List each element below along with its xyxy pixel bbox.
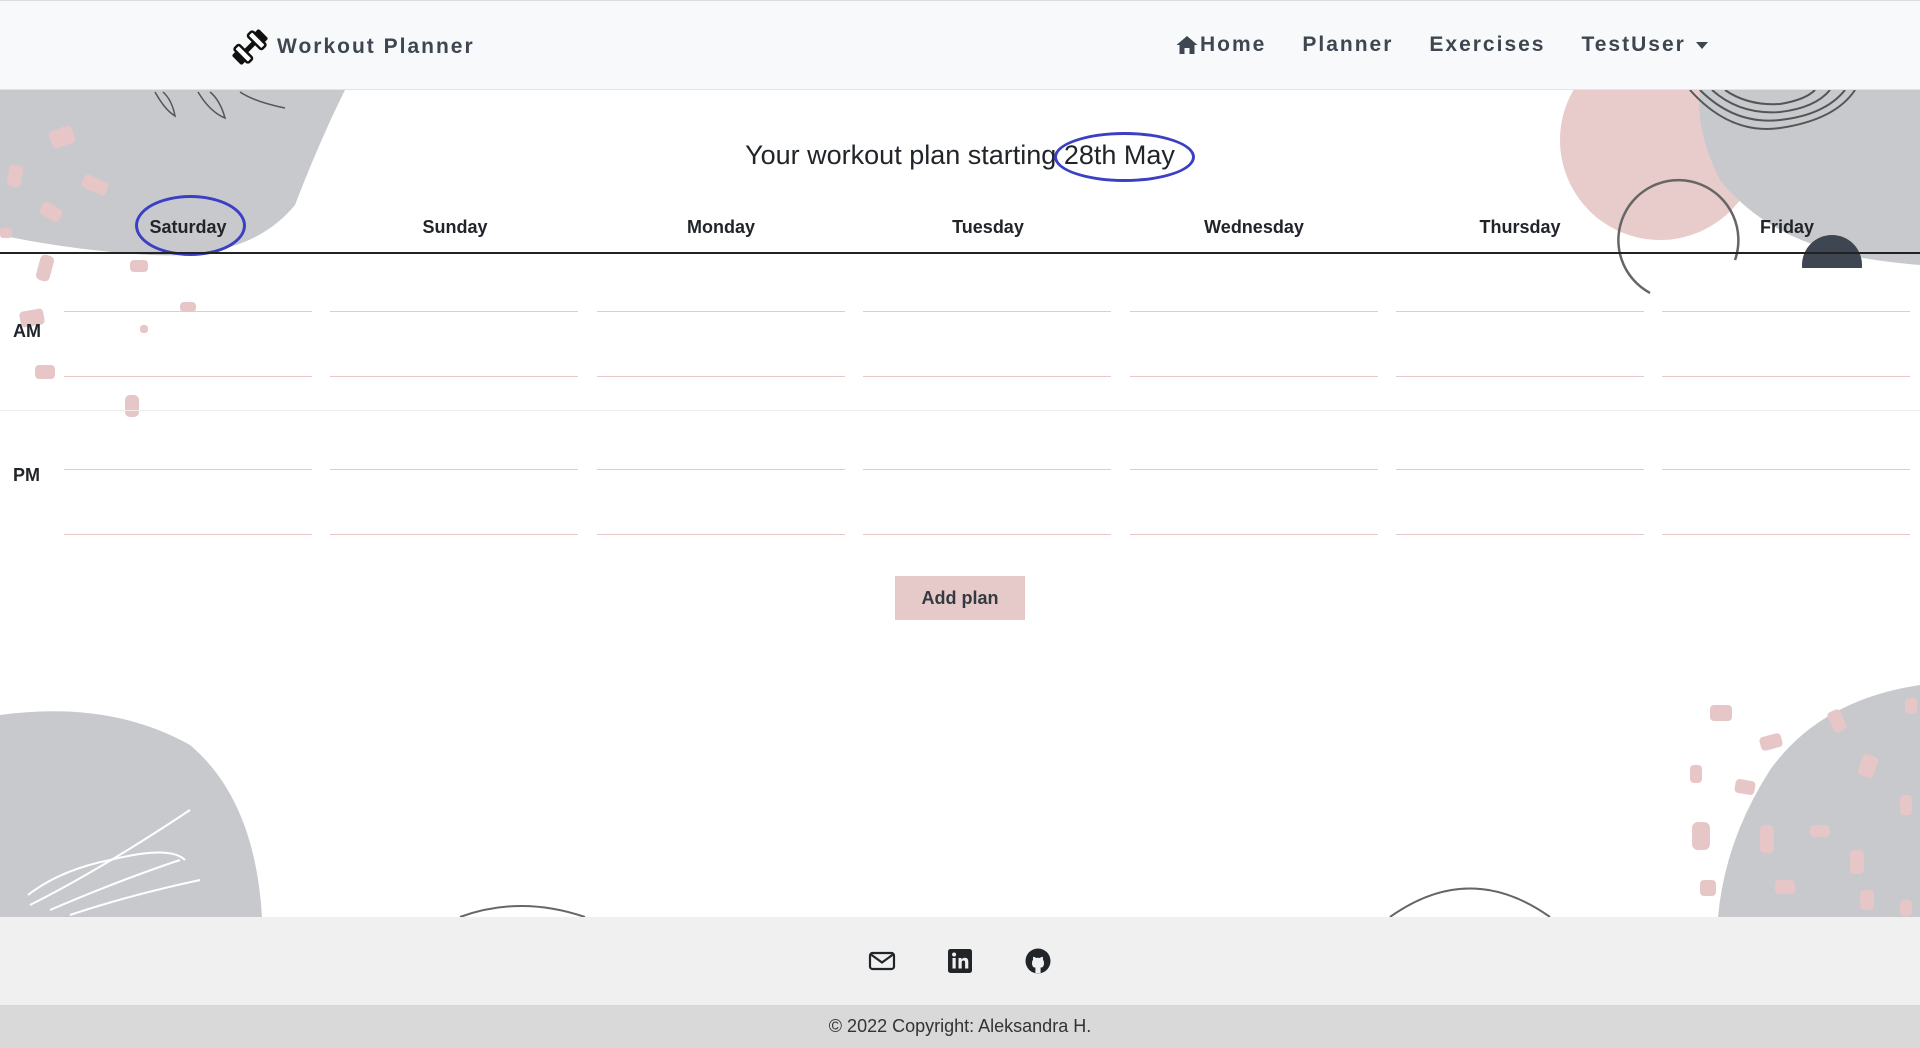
slot-friday-am-1[interactable] <box>1662 268 1910 312</box>
slot-thursday-pm-1[interactable] <box>1396 426 1644 470</box>
copyright: © 2022 Copyright: Aleksandra H. <box>0 1005 1920 1048</box>
home-icon <box>1176 36 1198 54</box>
slot-monday-pm-1[interactable] <box>597 426 845 470</box>
slot-tuesday-am-2[interactable] <box>863 333 1111 377</box>
slot-monday-am-1[interactable] <box>597 268 845 312</box>
mail-icon[interactable] <box>868 947 896 975</box>
slot-friday-pm-2[interactable] <box>1662 491 1910 535</box>
slot-sunday-pm-2[interactable] <box>330 491 578 535</box>
header-divider <box>0 252 1920 254</box>
slot-monday-pm-2[interactable] <box>597 491 845 535</box>
slot-thursday-am-2[interactable] <box>1396 333 1644 377</box>
brand-name: Workout Planner <box>277 35 475 58</box>
page-title: Your workout plan starting 28th May <box>0 132 1920 182</box>
slot-sunday-am-2[interactable] <box>330 333 578 377</box>
add-plan-button[interactable]: Add plan <box>895 576 1025 620</box>
nav-home-label: Home <box>1200 33 1267 56</box>
slot-wednesday-pm-2[interactable] <box>1130 491 1378 535</box>
day-header-monday: Monday <box>686 217 755 237</box>
day-header-sunday: Sunday <box>422 217 488 237</box>
user-dropdown-toggle[interactable]: TestUser <box>1581 33 1708 57</box>
slot-saturday-am-2[interactable] <box>64 333 312 377</box>
slot-thursday-am-1[interactable] <box>1396 268 1644 312</box>
start-date-wrapper: 28th May <box>1053 132 1195 182</box>
period-label-pm: PM <box>13 465 40 485</box>
slot-friday-am-2[interactable] <box>1662 333 1910 377</box>
nav-planner-link[interactable]: Planner <box>1302 33 1393 57</box>
day-header-thursday: Thursday <box>1479 217 1561 237</box>
slot-tuesday-pm-2[interactable] <box>863 491 1111 535</box>
day-header-saturday: Saturday <box>149 217 227 237</box>
brand-link[interactable]: Workout Planner <box>229 25 475 69</box>
linkedin-icon[interactable] <box>946 947 974 975</box>
dumbbell-icon <box>232 29 268 65</box>
footer-social <box>0 917 1920 1005</box>
slot-friday-pm-1[interactable] <box>1662 426 1910 470</box>
title-prefix: Your workout plan starting <box>745 140 1057 170</box>
nav-home-link[interactable]: Home <box>1175 33 1266 57</box>
slot-wednesday-am-2[interactable] <box>1130 333 1378 377</box>
nav-planner-label: Planner <box>1302 33 1394 56</box>
user-name: TestUser <box>1581 33 1686 56</box>
slot-monday-am-2[interactable] <box>597 333 845 377</box>
day-header-friday: Friday <box>1759 217 1815 237</box>
slot-saturday-pm-1[interactable] <box>64 426 312 470</box>
slot-wednesday-am-1[interactable] <box>1130 268 1378 312</box>
nav-links: Home Planner Exercises TestUser <box>1175 27 1708 63</box>
github-icon[interactable] <box>1024 947 1052 975</box>
slot-saturday-am-1[interactable] <box>64 268 312 312</box>
period-label-am: AM <box>13 321 41 341</box>
slot-tuesday-am-1[interactable] <box>863 268 1111 312</box>
slot-sunday-pm-1[interactable] <box>330 426 578 470</box>
row-divider <box>0 410 1920 411</box>
slot-sunday-am-1[interactable] <box>330 268 578 312</box>
navbar: Workout Planner Home Planner Exercises T… <box>0 0 1920 90</box>
day-header-tuesday: Tuesday <box>952 217 1024 237</box>
slot-saturday-pm-2[interactable] <box>64 491 312 535</box>
slot-thursday-pm-2[interactable] <box>1396 491 1644 535</box>
slot-tuesday-pm-1[interactable] <box>863 426 1111 470</box>
caret-down-icon <box>1695 41 1708 49</box>
nav-exercises-link[interactable]: Exercises <box>1429 33 1545 57</box>
slot-wednesday-pm-1[interactable] <box>1130 426 1378 470</box>
day-header-wednesday: Wednesday <box>1204 217 1304 237</box>
nav-exercises-label: Exercises <box>1429 33 1546 56</box>
start-date: 28th May <box>1063 140 1175 170</box>
